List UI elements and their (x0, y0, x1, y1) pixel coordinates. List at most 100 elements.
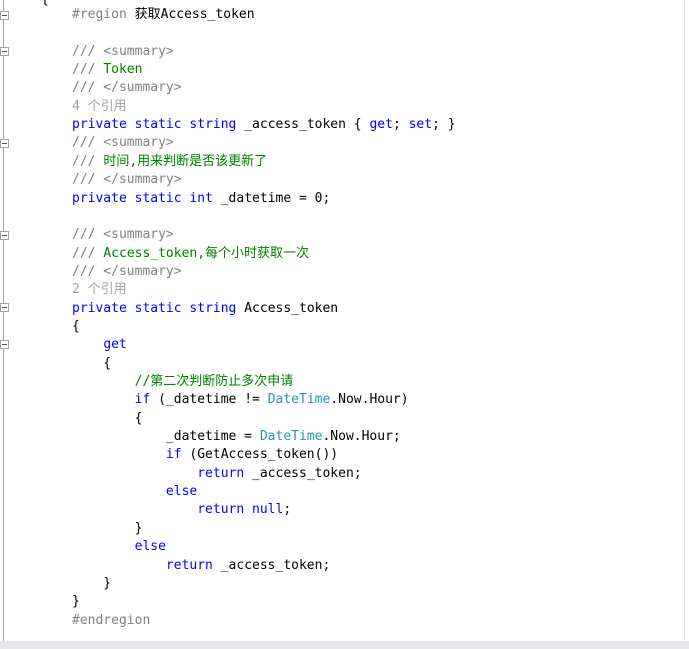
code-line: /// <summary> (72, 134, 174, 152)
collapse-property-icon[interactable] (0, 303, 9, 312)
code-token: } (72, 520, 143, 536)
code-token: /// </summary> (72, 172, 182, 188)
code-line: /// </summary> (72, 263, 182, 281)
code-token: ; (392, 117, 409, 133)
editor-bottom-bar (0, 641, 689, 649)
code-token: 时间,用来判断是否该更新了 (103, 153, 268, 169)
collapse-summary-icon[interactable] (0, 139, 9, 148)
collapse-summary-icon[interactable] (0, 47, 9, 56)
code-token: _access_token; (244, 465, 362, 481)
code-token: #endregion (72, 612, 151, 628)
code-line: //第二次判断防止多次申请 (72, 373, 294, 391)
code-token: /// <summary> (72, 43, 174, 59)
code-token: ; } (432, 117, 456, 133)
code-token: private (72, 190, 127, 206)
collapse-summary-icon[interactable] (0, 231, 9, 240)
collapse-getter-icon[interactable] (0, 340, 9, 349)
code-token: DateTime (259, 429, 323, 445)
code-line: return null; (72, 501, 291, 519)
code-token: set (408, 117, 433, 133)
code-line: } (72, 575, 111, 593)
code-token: string (189, 117, 237, 133)
code-line: 2 个引用 (72, 281, 127, 299)
code-token: return (165, 557, 213, 573)
code-line: /// </summary> (72, 171, 182, 189)
code-token: Token (103, 62, 143, 78)
code-line: { (72, 318, 80, 336)
code-token: { (72, 355, 112, 371)
code-line: { (72, 410, 143, 428)
code-line: get (72, 336, 127, 354)
code-token: private (72, 300, 127, 316)
code-line: return _access_token; (72, 557, 330, 575)
reference-count-hint[interactable]: 4 个引用 (72, 99, 127, 114)
code-token: private (72, 117, 127, 133)
code-token: static (134, 190, 182, 206)
code-token: Access_token (236, 300, 339, 316)
outline-guide (3, 0, 4, 641)
code-token: } (72, 594, 80, 610)
code-token: .Now.Hour; (322, 429, 401, 445)
code-token: //第二次判断防止多次申请 (134, 374, 294, 389)
outlining-margin (0, 0, 10, 641)
code-token: (_datetime != (150, 392, 268, 408)
code-token: /// (72, 245, 104, 261)
code-token: null (252, 502, 284, 518)
code-line: private static string _access_token { ge… (72, 116, 456, 134)
code-token: /// </summary> (72, 80, 182, 96)
code-line: { (72, 355, 111, 373)
code-token: int (189, 190, 213, 206)
code-token: #region (72, 7, 127, 22)
collapse-region-icon[interactable] (0, 11, 9, 20)
code-token: get (103, 337, 127, 353)
code-line: if (GetAccess_token()) (72, 446, 338, 464)
code-token: /// </summary> (72, 263, 182, 279)
code-line: } (72, 520, 143, 538)
code-line: #region 获取Access_token (72, 6, 255, 24)
code-line: } (72, 593, 80, 611)
code-token: string (189, 300, 237, 316)
code-token: else (165, 484, 198, 500)
code-token: /// (72, 153, 104, 169)
code-line-brace: { (41, 0, 49, 9)
code-token: /// <summary> (72, 135, 174, 151)
code-line: /// 时间,用来判断是否该更新了 (72, 153, 267, 171)
code-line: /// Token (72, 61, 142, 79)
code-line: #endregion (72, 612, 150, 630)
editor-right-edge (684, 0, 685, 641)
code-line: _datetime = DateTime.Now.Hour; (72, 428, 401, 446)
code-line: /// Access_token,每个小时获取一次 (72, 245, 309, 263)
code-line: else (72, 538, 166, 556)
code-editor[interactable]: { #region 获取Access_token /// <summary> ///… (0, 0, 689, 641)
code-token: DateTime (267, 392, 331, 408)
code-line: 4 个引用 (72, 98, 127, 116)
code-token: if (165, 447, 182, 463)
code-token: _access_token { (236, 117, 370, 133)
code-token: .Now.Hour) (330, 392, 409, 408)
code-token: 获取Access_token (126, 7, 255, 22)
reference-count-hint[interactable]: 2 个引用 (72, 282, 127, 297)
code-token: get (369, 117, 393, 133)
code-token: /// <summary> (72, 227, 174, 243)
code-token: if (134, 392, 151, 408)
code-line: else (72, 483, 197, 501)
code-line: if (_datetime != DateTime.Now.Hour) (72, 391, 409, 409)
code-token: Access_token,每个小时获取一次 (103, 245, 310, 261)
code-token: _datetime = (72, 429, 260, 445)
code-line: private static string Access_token (72, 300, 338, 318)
code-line: /// <summary> (72, 43, 174, 61)
code-token: static (134, 117, 182, 133)
code-line: private static int _datetime = 0; (72, 190, 330, 208)
